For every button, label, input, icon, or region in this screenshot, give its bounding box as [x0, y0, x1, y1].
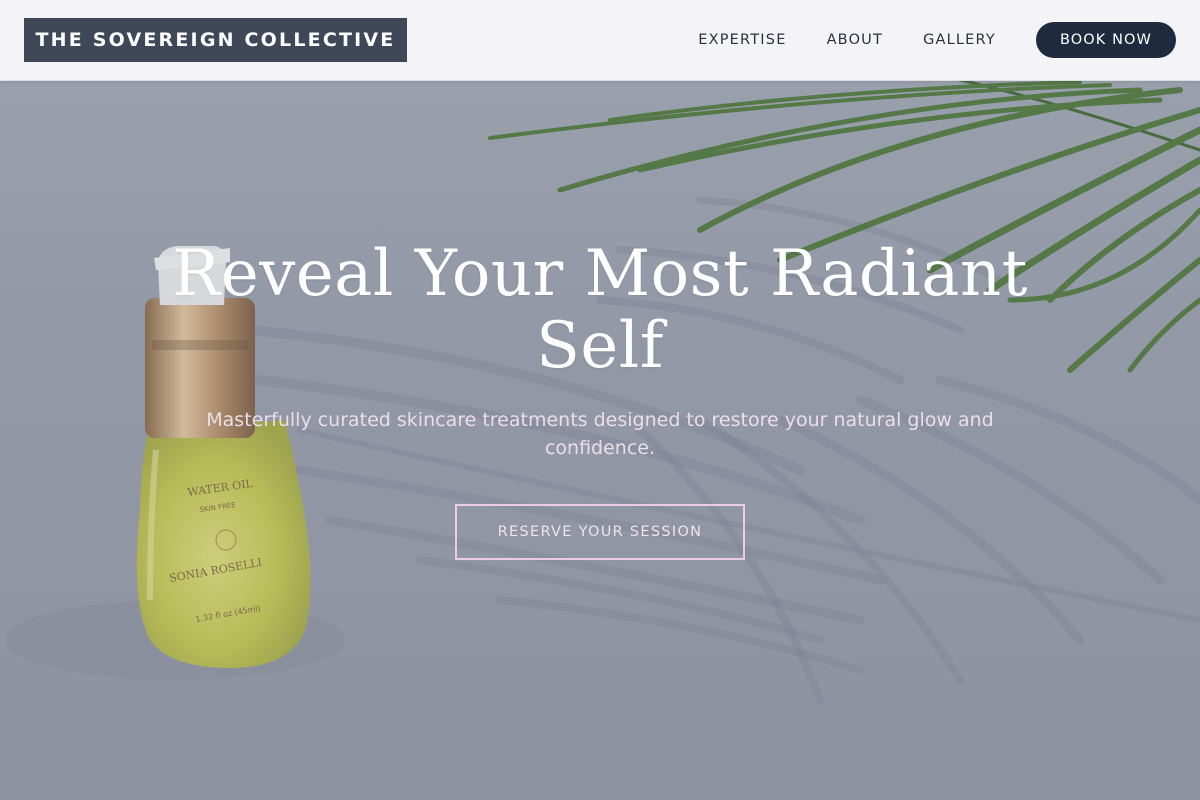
brand-logo[interactable]: THE SOVEREIGN COLLECTIVE [24, 18, 407, 62]
reserve-session-button[interactable]: RESERVE YOUR SESSION [455, 504, 745, 560]
nav-expertise[interactable]: EXPERTISE [698, 32, 786, 48]
nav-gallery[interactable]: GALLERY [923, 32, 996, 48]
hero-content: Reveal Your Most Radiant Self Masterfull… [150, 238, 1050, 560]
site-header: THE SOVEREIGN COLLECTIVE EXPERTISE ABOUT… [0, 0, 1200, 81]
hero-subtitle: Masterfully curated skincare treatments … [206, 409, 994, 459]
book-now-button[interactable]: BOOK NOW [1035, 22, 1176, 58]
main-nav: EXPERTISE ABOUT GALLERY BOOK NOW [698, 22, 1176, 58]
nav-about[interactable]: ABOUT [827, 32, 884, 48]
hero-headline: Reveal Your Most Radiant Self [172, 237, 1028, 383]
